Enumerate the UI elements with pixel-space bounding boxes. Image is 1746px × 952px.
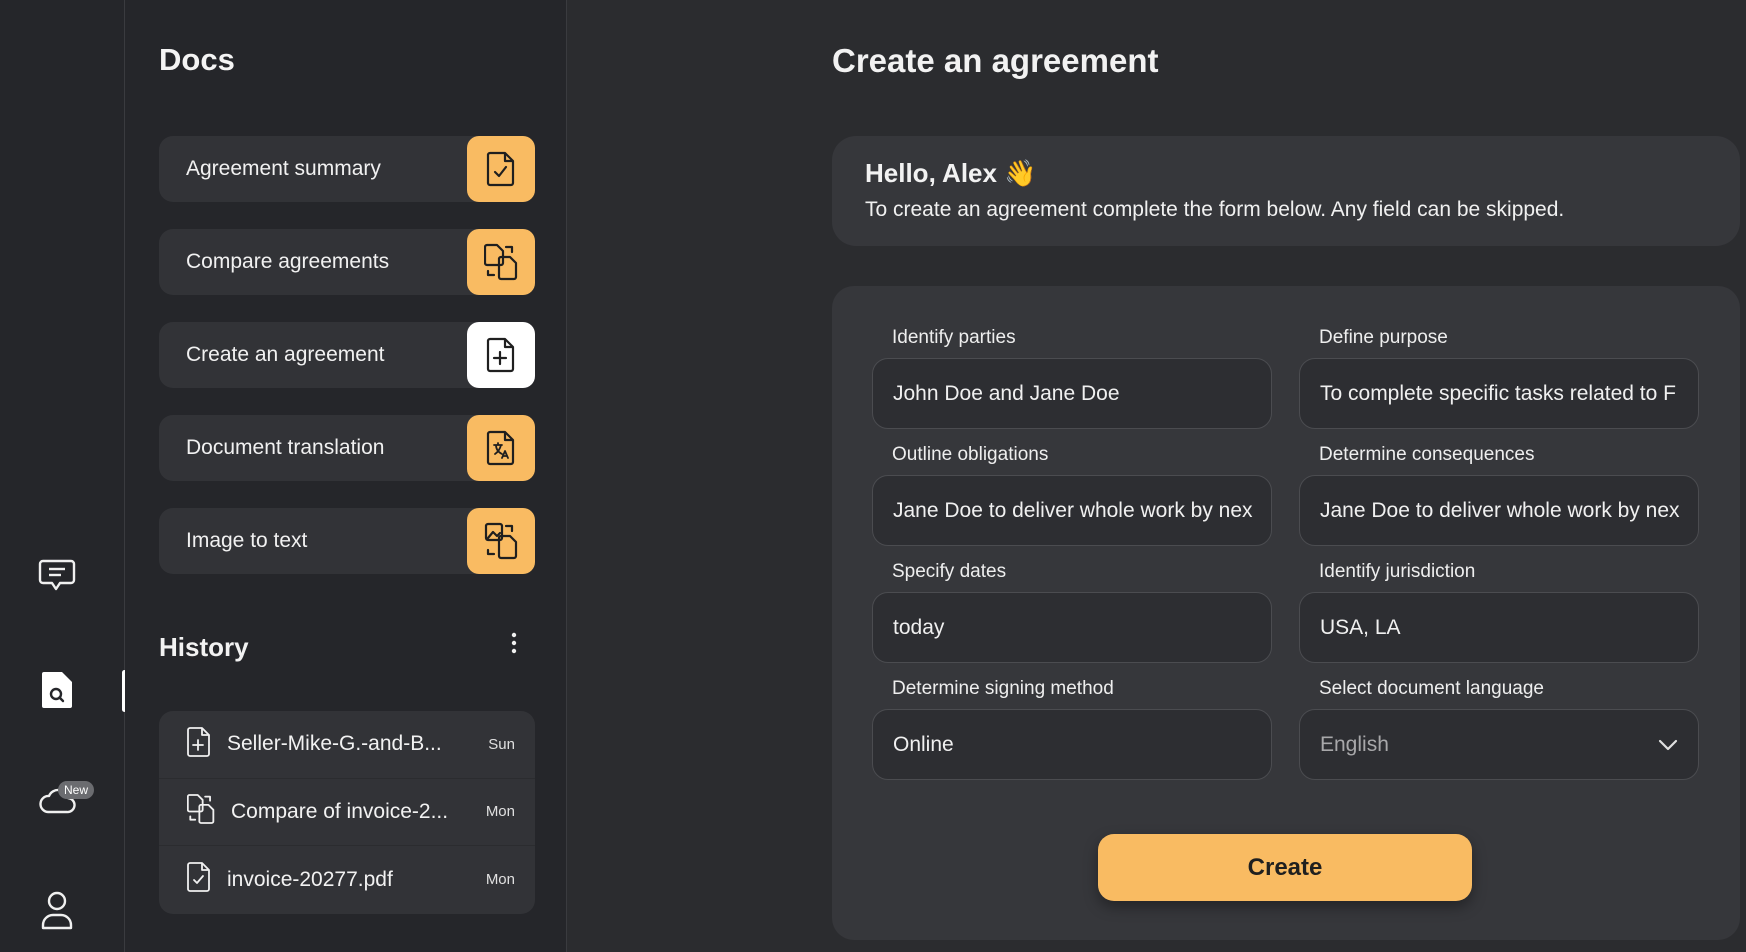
jurisdiction-input[interactable]: USA, LA [1299,592,1699,663]
field-signing: Determine signing method Online [872,678,1272,780]
agreement-form: Identify parties John Doe and Jane Doe D… [832,286,1740,940]
tool-create-agreement[interactable]: Create an agreement [159,322,535,388]
field-label: Determine consequences [1319,444,1535,465]
tool-label: Image to text [186,529,308,552]
tool-image-to-text[interactable]: Image to text [159,508,535,574]
greeting-hello: Hello, Alex 👋 [865,158,1037,188]
docs-panel: Docs Agreement summary Compare agreement… [125,0,567,952]
field-label: Determine signing method [892,678,1114,699]
docs-nav-button[interactable] [35,670,79,714]
parties-input[interactable]: John Doe and Jane Doe [872,358,1272,429]
doc-compare-icon [467,229,535,295]
language-select-value: English [1320,732,1389,756]
dates-input[interactable]: today [872,592,1272,663]
history-item-name: invoice-20277.pdf [227,867,393,891]
history-item-name: Compare of invoice-2... [231,799,449,823]
chevron-down-icon [1658,733,1678,757]
history-item[interactable]: Compare of invoice-2... Mon [159,779,535,847]
more-vertical-icon [511,632,517,659]
profile-nav-button[interactable] [35,890,79,934]
create-button[interactable]: Create [1098,834,1472,901]
tool-label: Compare agreements [186,250,390,273]
history-item[interactable]: Seller-Mike-G.-and-B... Sun [159,711,535,779]
new-badge: New [58,781,95,799]
history-list: Seller-Mike-G.-and-B... Sun Compare of i… [159,711,535,914]
icon-rail: New [0,0,127,952]
chat-icon [37,557,77,600]
purpose-input[interactable]: To complete specific tasks related to F [1299,358,1699,429]
history-item[interactable]: invoice-20277.pdf Mon [159,846,535,914]
field-language: Select document language English [1299,678,1699,780]
tool-compare-agreements[interactable]: Compare agreements [159,229,535,295]
doc-plus-icon [187,726,211,762]
field-purpose: Define purpose To complete specific task… [1299,327,1699,429]
history-item-day: Mon [485,871,515,889]
doc-translate-icon [467,415,535,481]
field-label: Outline obligations [892,444,1049,465]
field-label: Select document language [1319,678,1544,699]
field-label: Define purpose [1319,327,1448,348]
tool-label: Agreement summary [186,157,381,180]
greeting-text: To create an agreement complete the form… [865,198,1565,221]
signing-method-input[interactable]: Online [872,709,1272,780]
doc-check-icon [467,136,535,202]
field-label: Identify parties [892,327,1016,348]
doc-search-icon [40,670,74,715]
user-icon [40,890,74,935]
field-jurisdiction: Identify jurisdiction USA, LA [1299,561,1699,663]
history-more-button[interactable] [502,630,526,660]
field-obligations: Outline obligations Jane Doe to deliver … [872,444,1272,546]
field-parties: Identify parties John Doe and Jane Doe [872,327,1272,429]
consequences-input[interactable]: Jane Doe to deliver whole work by nex [1299,475,1699,546]
page-title: Create an agreement [832,42,1159,79]
history-title: History [159,632,249,662]
tool-label: Create an agreement [186,343,385,366]
tool-document-translation[interactable]: Document translation [159,415,535,481]
history-item-day: Mon [485,803,515,821]
tool-label: Document translation [186,436,385,459]
history-item-name: Seller-Mike-G.-and-B... [227,732,442,756]
history-item-day: Sun [488,735,515,753]
doc-plus-icon [467,322,535,388]
docs-title: Docs [159,42,235,77]
doc-compare-icon [186,793,215,830]
language-select[interactable]: English [1299,709,1699,780]
doc-check-icon [187,862,211,897]
greeting-card: Hello, Alex 👋 To create an agreement com… [832,136,1740,246]
image-text-icon [467,508,535,574]
field-label: Identify jurisdiction [1319,561,1476,582]
field-dates: Specify dates today [872,561,1272,663]
field-consequences: Determine consequences Jane Doe to deliv… [1299,444,1699,546]
obligations-input[interactable]: Jane Doe to deliver whole work by nex [872,475,1272,546]
tool-agreement-summary[interactable]: Agreement summary [159,136,535,202]
chat-nav-button[interactable] [35,556,79,600]
field-label: Specify dates [892,561,1007,582]
